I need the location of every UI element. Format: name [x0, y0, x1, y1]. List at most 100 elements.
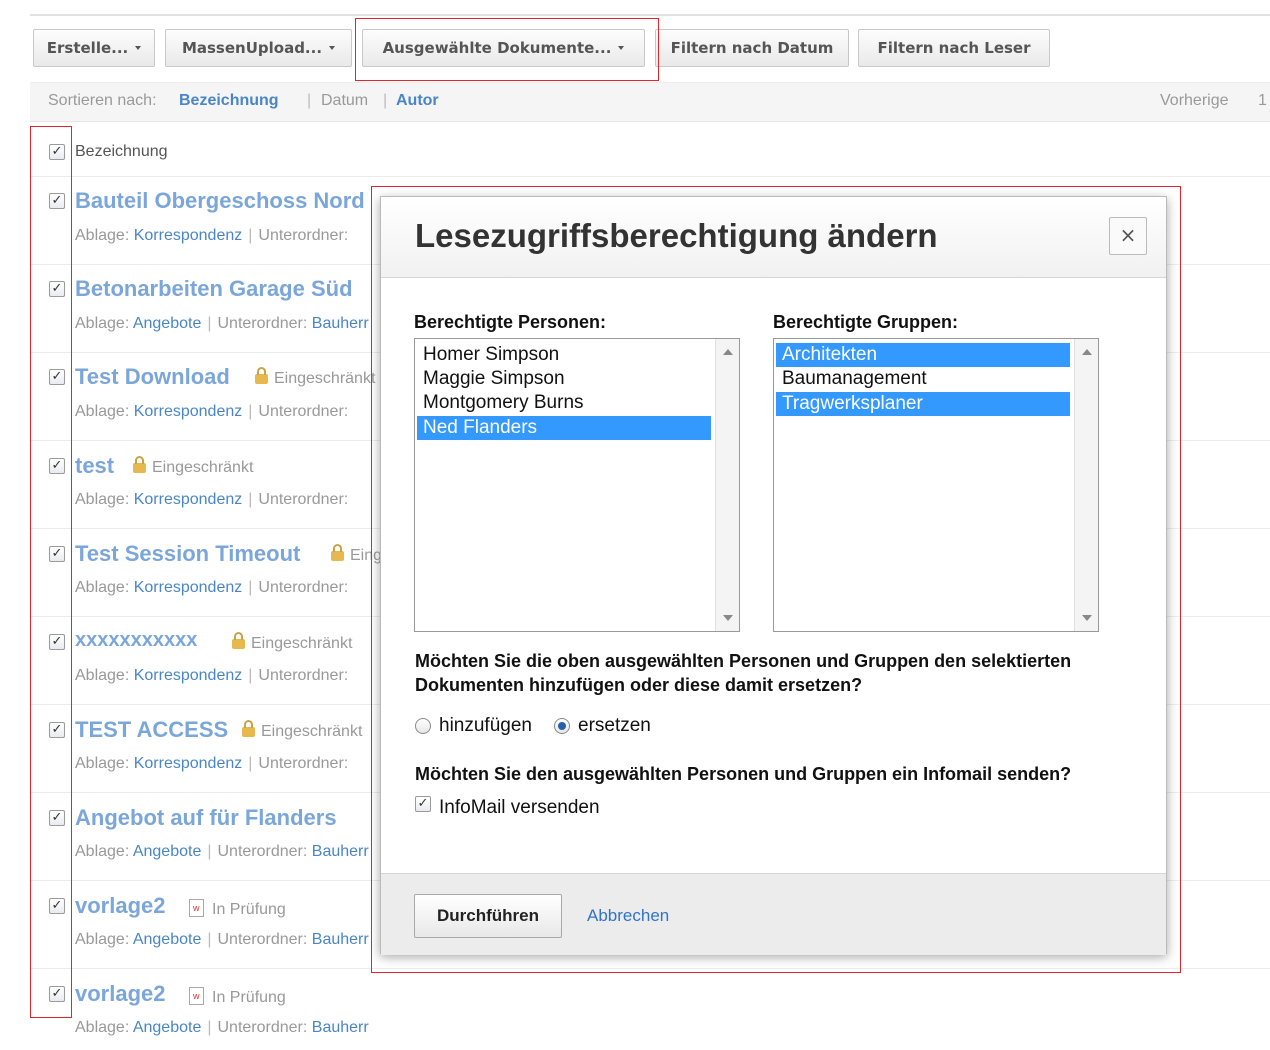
selected-documents-menu-button[interactable]: Ausgewählte Dokumente... [362, 29, 645, 67]
radio-add[interactable] [415, 718, 431, 734]
row-checkbox[interactable]: ✓ [49, 546, 65, 562]
ablage-label: Ablage: [75, 931, 130, 948]
ablage-link[interactable]: Korrespondenz [134, 667, 243, 684]
row-checkbox[interactable]: ✓ [49, 369, 65, 385]
ablage-link[interactable]: Korrespondenz [134, 491, 243, 508]
groups-listbox[interactable]: Architekten Baumanagement Tragwerksplane… [773, 338, 1099, 632]
sort-option-datum[interactable]: Datum [321, 92, 368, 110]
unterordner-label: Unterordner: [217, 843, 308, 860]
ablage-label: Ablage: [75, 403, 130, 420]
persons-listbox[interactable]: Homer Simpson Maggie Simpson Montgomery … [414, 338, 740, 632]
unterordner-link[interactable]: Bauherr [312, 843, 369, 860]
document-meta: Ablage: Korrespondenz | Unterordner: [75, 403, 348, 421]
scrollbar[interactable] [715, 339, 739, 631]
groups-label: Berechtigte Gruppen: [773, 312, 959, 332]
scroll-up-icon[interactable] [1082, 349, 1092, 355]
list-item[interactable]: Maggie Simpson [417, 367, 711, 391]
document-meta: Ablage: Korrespondenz | Unterordner: [75, 491, 348, 509]
meta-separator: | [248, 227, 253, 244]
unterordner-link[interactable]: Bauherr [312, 931, 369, 948]
row-checkbox[interactable]: ✓ [49, 193, 65, 209]
scrollbar[interactable] [1074, 339, 1098, 631]
document-meta: Ablage: Angebote | Unterordner: Bauherr [75, 1019, 369, 1037]
ablage-link[interactable]: Korrespondenz [134, 755, 243, 772]
create-menu-button[interactable]: Erstelle... [33, 29, 155, 67]
ablage-label: Ablage: [75, 843, 130, 860]
infomail-checkbox[interactable]: ✓ [415, 796, 431, 812]
document-meta: Ablage: Angebote | Unterordner: Bauherr [75, 315, 369, 333]
ablage-link[interactable]: Angebote [133, 1019, 202, 1036]
scroll-down-icon[interactable] [1082, 615, 1092, 621]
radio-add-label[interactable]: hinzufügen [439, 715, 532, 737]
unterordner-label: Unterordner: [258, 403, 349, 420]
unterordner-link[interactable]: Bauherr [312, 1019, 369, 1036]
document-title-link[interactable]: Test Session Timeout [75, 541, 300, 567]
radio-replace[interactable] [554, 718, 570, 734]
ablage-label: Ablage: [75, 227, 130, 244]
row-checkbox[interactable]: ✓ [49, 986, 65, 1002]
document-title-link[interactable]: vorlage2 [75, 981, 166, 1007]
mass-upload-menu-button[interactable]: MassenUpload... [165, 29, 352, 67]
ablage-link[interactable]: Angebote [133, 843, 202, 860]
status-in-review: In Prüfung [189, 899, 286, 919]
mode-question-line2: Dokumenten hinzufügen oder diese damit e… [415, 675, 863, 695]
ablage-link[interactable]: Korrespondenz [134, 227, 243, 244]
ablage-label: Ablage: [75, 755, 130, 772]
list-item[interactable]: Baumanagement [776, 367, 1070, 391]
close-button[interactable]: × [1109, 217, 1147, 255]
list-item[interactable]: Homer Simpson [417, 343, 711, 367]
unterordner-link[interactable]: Bauherr [312, 315, 369, 332]
ablage-link[interactable]: Korrespondenz [134, 579, 243, 596]
filter-by-date-label: Filtern nach Datum [670, 39, 834, 57]
pagination-page[interactable]: 1 [1258, 92, 1267, 110]
infomail-label[interactable]: InfoMail versenden [439, 797, 600, 819]
filter-by-date-button[interactable]: Filtern nach Datum [655, 29, 849, 67]
permission-dialog: Lesezugriffsberechtigung ändern × Berech… [380, 196, 1167, 955]
status-label: Eingeschränkt [274, 370, 376, 387]
row-checkbox[interactable]: ✓ [49, 898, 65, 914]
lock-icon [232, 632, 245, 649]
document-title-link[interactable]: Betonarbeiten Garage Süd [75, 276, 353, 302]
list-item-selected[interactable]: Ned Flanders [417, 416, 711, 440]
list-item-selected[interactable]: Architekten [776, 343, 1070, 367]
meta-separator: | [248, 491, 253, 508]
row-checkbox[interactable]: ✓ [49, 458, 65, 474]
list-item-selected[interactable]: Tragwerksplaner [776, 392, 1070, 416]
document-title-link[interactable]: TEST ACCESS [75, 717, 228, 743]
sort-option-bezeichnung[interactable]: Bezeichnung [179, 92, 279, 110]
chevron-down-icon [135, 46, 142, 50]
sort-bar: Sortieren nach: Bezeichnung | Datum | Au… [30, 82, 1270, 122]
scroll-down-icon[interactable] [723, 615, 733, 621]
row-checkbox[interactable]: ✓ [49, 634, 65, 650]
pagination-previous[interactable]: Vorherige [1160, 92, 1229, 110]
mode-question-line1: Möchten Sie die oben ausgewählten Person… [415, 651, 1072, 671]
row-checkbox[interactable]: ✓ [49, 810, 65, 826]
ablage-link[interactable]: Angebote [133, 315, 202, 332]
document-title-link[interactable]: vorlage2 [75, 893, 166, 919]
list-item[interactable]: Montgomery Burns [417, 391, 711, 415]
scroll-up-icon[interactable] [723, 349, 733, 355]
radio-replace-label[interactable]: ersetzen [578, 715, 651, 737]
ablage-label: Ablage: [75, 667, 130, 684]
create-button-label: Erstelle... [46, 39, 129, 57]
dialog-title: Lesezugriffsberechtigung ändern [415, 217, 938, 254]
filter-by-reader-button[interactable]: Filtern nach Leser [858, 29, 1050, 67]
document-title-link[interactable]: Angebot auf für Flanders [75, 805, 337, 831]
column-header-bezeichnung: Bezeichnung [75, 143, 168, 160]
sort-option-autor[interactable]: Autor [396, 92, 439, 110]
lock-icon [255, 367, 268, 384]
row-checkbox[interactable]: ✓ [49, 281, 65, 297]
select-all-checkbox[interactable]: ✓ [49, 144, 65, 160]
ablage-label: Ablage: [75, 315, 130, 332]
ablage-link[interactable]: Korrespondenz [134, 403, 243, 420]
meta-separator: | [207, 843, 212, 860]
submit-button[interactable]: Durchführen [414, 894, 562, 938]
document-title-link[interactable]: test [75, 453, 114, 479]
document-title-link[interactable]: xxxxxxxxxxx [75, 629, 197, 652]
document-title-link[interactable]: Bauteil Obergeschoss Nord [75, 188, 365, 214]
status-in-review: In Prüfung [189, 987, 286, 1007]
row-checkbox[interactable]: ✓ [49, 722, 65, 738]
cancel-link[interactable]: Abbrechen [587, 906, 669, 926]
document-title-link[interactable]: Test Download [75, 364, 230, 390]
ablage-link[interactable]: Angebote [133, 931, 202, 948]
